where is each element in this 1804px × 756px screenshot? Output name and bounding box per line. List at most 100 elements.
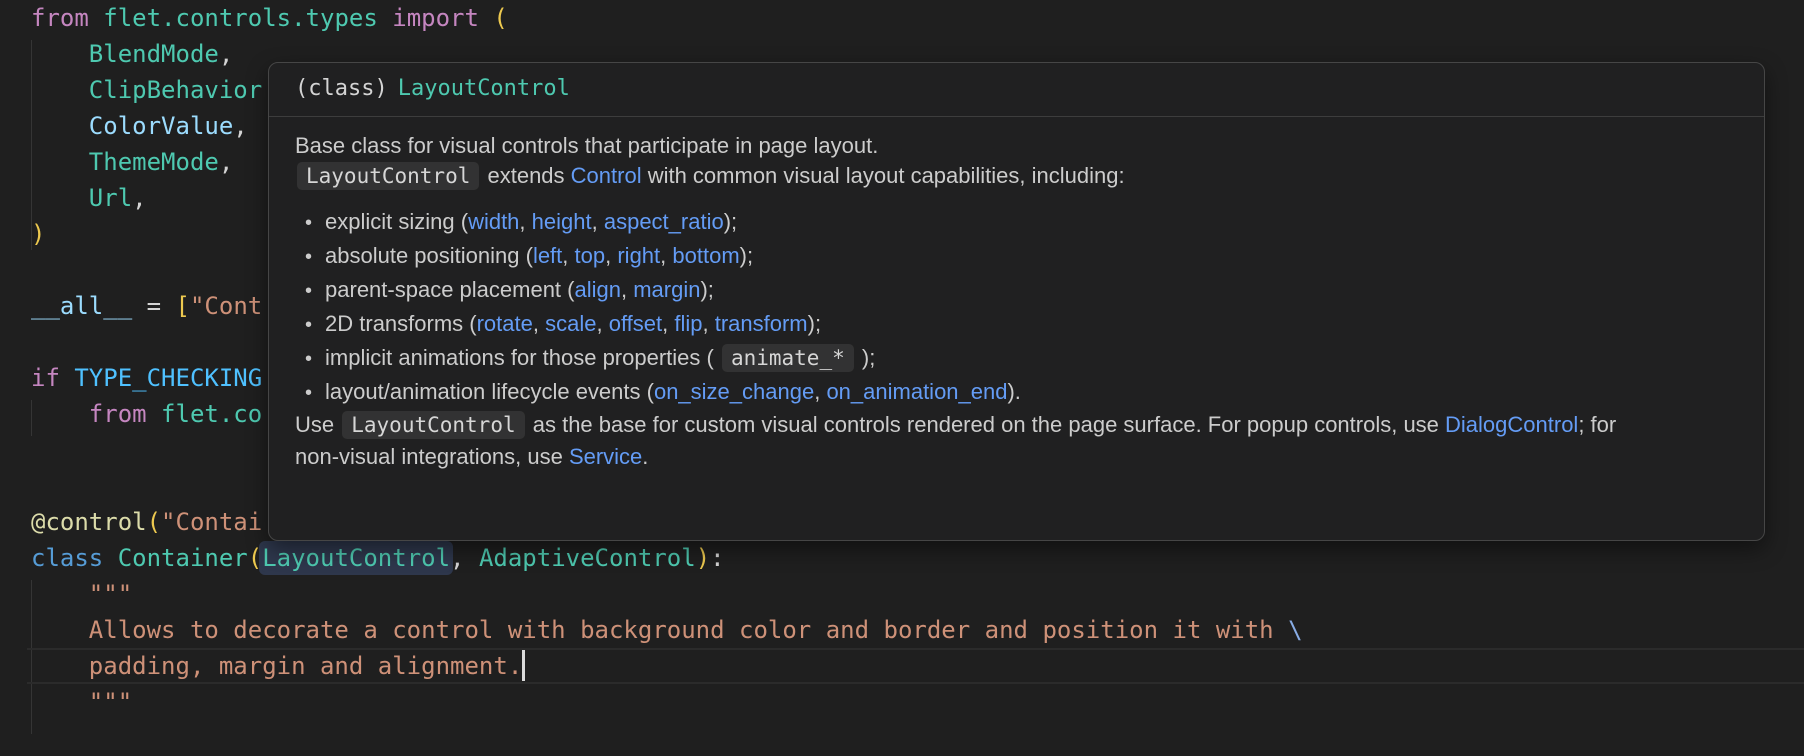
code-token <box>89 4 103 32</box>
doc-link-margin[interactable]: margin <box>633 277 700 302</box>
bullet-content: absolute positioning (left, top, right, … <box>325 239 753 273</box>
code-token: @control <box>31 508 147 536</box>
code-token: flet.co <box>161 400 262 428</box>
doc-text: , <box>605 243 617 268</box>
doc-text: , <box>702 311 714 336</box>
code-token <box>60 364 74 392</box>
doc-link-top[interactable]: top <box>575 243 606 268</box>
code-token: Url <box>31 184 132 212</box>
symbol-kind-label: (class) <box>295 76 388 101</box>
doc-link-flip[interactable]: flip <box>674 311 702 336</box>
code-line[interactable]: padding, margin and alignment. <box>27 648 1804 684</box>
text-cursor <box>522 650 525 681</box>
code-token <box>378 4 392 32</box>
code-line[interactable]: """ <box>0 576 1804 612</box>
code-token: from <box>31 4 89 32</box>
doc-link-align[interactable]: align <box>574 277 620 302</box>
doc-text: , <box>592 209 604 234</box>
doc-text: ); <box>740 243 753 268</box>
doc-bullet-item: • parent-space placement (align, margin); <box>305 273 1738 307</box>
code-token: , <box>132 184 146 212</box>
code-line[interactable] <box>0 720 1804 756</box>
doc-link-Control[interactable]: Control <box>571 163 642 188</box>
code-token: = <box>132 292 175 320</box>
code-token: import <box>392 4 479 32</box>
code-line[interactable]: class Container(LayoutControl, AdaptiveC… <box>0 540 1804 576</box>
doc-link-width[interactable]: width <box>468 209 519 234</box>
code-token: Container <box>118 544 248 572</box>
code-token: from <box>89 400 147 428</box>
code-token: """ <box>31 580 132 608</box>
code-token: class <box>31 544 103 572</box>
bullet-content: implicit animations for those properties… <box>325 341 875 375</box>
code-token: , <box>450 544 479 572</box>
code-token: ThemeMode <box>31 148 219 176</box>
doc-text: ); <box>700 277 713 302</box>
bullet-icon: • <box>305 342 312 376</box>
code-token: "Cont <box>190 292 262 320</box>
doc-bullet-item: •explicit sizing (width, height, aspect_… <box>305 205 1738 239</box>
doc-link-transform[interactable]: transform <box>715 311 808 336</box>
doc-link-height[interactable]: height <box>532 209 592 234</box>
hover-doc-body: Base class for visual controls that part… <box>269 117 1764 473</box>
code-token: \ <box>1288 616 1302 644</box>
doc-bullet-item: • absolute positioning (left, top, right,… <box>305 239 1738 273</box>
doc-text: , <box>562 243 574 268</box>
doc-link-left[interactable]: left <box>533 243 562 268</box>
doc-link-DialogControl[interactable]: DialogControl <box>1445 412 1578 437</box>
doc-link-right[interactable]: right <box>617 243 660 268</box>
doc-link-Service[interactable]: Service <box>569 444 642 469</box>
doc-text: absolute positioning ( <box>325 243 533 268</box>
code-line[interactable]: Allows to decorate a control with backgr… <box>0 612 1804 648</box>
code-token: [ <box>176 292 190 320</box>
doc-footer: Use LayoutControl as the base for custom… <box>295 409 1640 473</box>
code-token: ClipBehavior <box>31 76 262 104</box>
doc-text: implicit animations for those properties… <box>325 345 720 370</box>
code-token: __all__ <box>31 292 132 320</box>
doc-link-on_size_change[interactable]: on_size_change <box>654 379 814 404</box>
doc-text: ). <box>1007 379 1020 404</box>
doc-text: , <box>621 277 633 302</box>
code-token <box>31 400 89 428</box>
inline-code: LayoutControl <box>342 411 524 439</box>
doc-link-aspect_ratio[interactable]: aspect_ratio <box>604 209 724 234</box>
doc-text: ); <box>808 311 821 336</box>
code-token: ( <box>493 4 507 32</box>
doc-text: explicit sizing ( <box>325 209 468 234</box>
code-token: BlendMode <box>31 40 219 68</box>
code-line[interactable]: """ <box>0 684 1804 720</box>
doc-text: extends <box>481 163 570 188</box>
bullet-icon: • <box>305 240 312 274</box>
doc-link-offset[interactable]: offset <box>609 311 662 336</box>
code-token: ) <box>696 544 710 572</box>
doc-text: , <box>814 379 826 404</box>
code-token: if <box>31 364 60 392</box>
code-line[interactable]: from flet.controls.types import ( <box>0 0 1804 36</box>
doc-text: . <box>642 444 648 469</box>
doc-link-rotate[interactable]: rotate <box>477 311 533 336</box>
doc-text: as the base for custom visual controls r… <box>527 412 1445 437</box>
doc-text: parent-space placement ( <box>325 277 574 302</box>
code-token: ColorValue <box>31 112 233 140</box>
inline-code: LayoutControl <box>297 162 479 190</box>
doc-link-on_animation_end[interactable]: on_animation_end <box>826 379 1007 404</box>
code-token: ( <box>248 544 262 572</box>
doc-intro: Base class for visual controls that part… <box>295 133 1738 159</box>
code-token <box>103 544 117 572</box>
doc-text: , <box>596 311 608 336</box>
doc-link-scale[interactable]: scale <box>545 311 596 336</box>
bullet-content: layout/animation lifecycle events (on_si… <box>325 375 1021 409</box>
code-token: AdaptiveControl <box>479 544 696 572</box>
code-token: TYPE_CHECKING <box>74 364 262 392</box>
doc-text: layout/animation lifecycle events ( <box>325 379 654 404</box>
bullet-icon: • <box>305 274 312 308</box>
code-token: ) <box>31 220 45 248</box>
doc-text: 2D transforms ( <box>325 311 477 336</box>
doc-text: Use <box>295 412 340 437</box>
doc-extends-line: LayoutControl extends Control with commo… <box>295 159 1738 193</box>
doc-text: , <box>662 311 674 336</box>
doc-link-bottom[interactable]: bottom <box>672 243 739 268</box>
code-token: """ <box>31 688 132 716</box>
doc-bullet-item: •2D transforms (rotate, scale, offset, f… <box>305 307 1738 341</box>
code-token <box>147 400 161 428</box>
